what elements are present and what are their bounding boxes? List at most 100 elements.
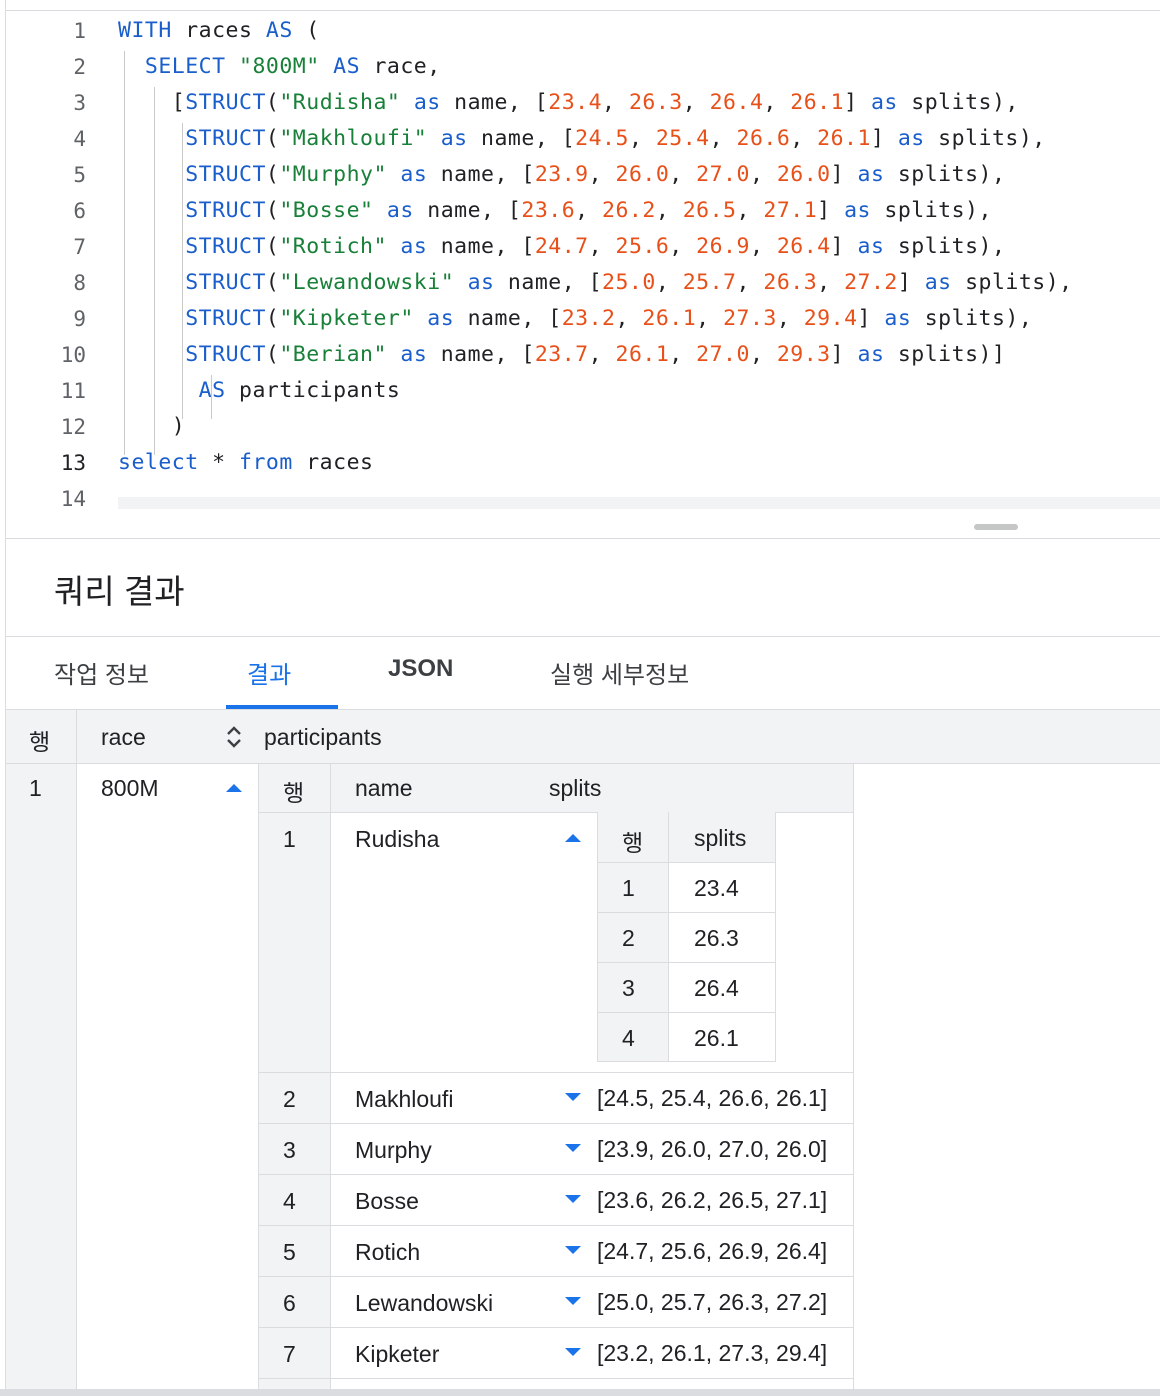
code-line[interactable]: 7 STRUCT("Rotich" as name, [24.7, 25.6, … [6,229,1160,265]
code-text[interactable]: STRUCT("Murphy" as name, [23.9, 26.0, 27… [118,157,1005,193]
triangle-down-icon[interactable] [565,1348,581,1356]
indent-guide [124,51,125,455]
code-token: ( [265,162,280,187]
code-text[interactable]: STRUCT("Kipketer" as name, [23.2, 26.1, … [118,301,1032,337]
code-line[interactable]: 2 SELECT "800M" AS race, [6,49,1160,85]
code-text[interactable]: STRUCT("Lewandowski" as name, [25.0, 25.… [118,265,1073,301]
code-token: [ [118,90,186,115]
triangle-down-icon[interactable] [565,1246,581,1254]
triangle-up-icon[interactable] [226,784,242,792]
code-text[interactable]: STRUCT("Bosse" as name, [23.6, 26.2, 26.… [118,193,992,229]
code-token: STRUCT [185,234,266,259]
code-token: 26.5 [682,198,737,223]
code-token: as [857,342,885,367]
code-token: , [588,162,616,187]
code-token: , [588,234,616,259]
code-text[interactable]: STRUCT("Rotich" as name, [24.7, 25.6, 26… [118,229,1005,265]
code-token: STRUCT [185,306,266,331]
splits-header-row: 행 [622,830,644,856]
code-line[interactable]: 5 STRUCT("Murphy" as name, [23.9, 26.0, … [6,157,1160,193]
divider [5,636,1160,637]
code-token: ] [830,342,858,367]
code-text[interactable]: select * from races [118,445,373,481]
code-token: 25.6 [615,234,670,259]
code-text[interactable]: AS participants [118,373,400,409]
code-line[interactable]: 4 STRUCT("Makhloufi" as name, [24.5, 25.… [6,121,1160,157]
tab-json[interactable]: JSON [388,655,453,683]
code-line[interactable]: 10 STRUCT("Berian" as name, [23.7, 26.1,… [6,337,1160,373]
code-token: , [682,90,710,115]
code-token: name, [ [413,198,522,223]
code-line[interactable]: 11 AS participants [6,373,1160,409]
tab-results[interactable]: 결과 [247,655,291,690]
nested-header-row: 행 [283,780,305,806]
sql-editor[interactable]: 14 13 select * from races 12 ) 11 AS partici… [6,11,1160,538]
code-text[interactable]: SELECT "800M" AS race, [118,49,441,85]
triangle-down-icon[interactable] [565,1297,581,1305]
triangle-down-icon[interactable] [565,1144,581,1152]
race-value: 800M [101,775,159,801]
code-text[interactable]: WITH races AS ( [118,13,320,49]
line-number: 13 [60,451,86,475]
code-line[interactable]: 12 ) [6,409,1160,445]
code-token: , [669,162,697,187]
triangle-up-icon[interactable] [565,834,581,842]
code-line[interactable]: 1 WITH races AS ( [6,13,1160,49]
column-header-participants[interactable]: participants [264,724,382,751]
code-token: ( [292,18,320,43]
code-text[interactable]: STRUCT("Makhloufi" as name, [24.5, 25.4,… [118,121,1046,157]
split-value: 23.4 [694,875,739,901]
column-header-race[interactable]: race [101,724,146,751]
code-token: "Bosse" [279,198,374,223]
code-token: , [602,90,629,115]
code-token: as [857,234,885,259]
row-number-column [6,764,76,1390]
code-line[interactable]: 13 select * from races [6,445,1160,481]
code-text[interactable]: [STRUCT("Rudisha" as name, [23.4, 26.3, … [118,85,1019,121]
code-token: ] [844,90,871,115]
horizontal-scrollbar[interactable] [0,1389,1160,1396]
editor-resize-handle[interactable] [974,524,1018,530]
code-text[interactable]: ) [118,409,185,445]
code-token: ( [265,234,280,259]
code-token: , [817,270,845,295]
code-token: name, [ [427,234,535,259]
code-line[interactable]: 9 STRUCT("Kipketer" as name, [23.2, 26.1… [6,301,1160,337]
participant-row-divider [258,1072,853,1073]
participant-name: Kipketer [355,1341,440,1367]
code-token: , [749,342,777,367]
code-line[interactable]: 8 STRUCT("Lewandowski" as name, [25.0, 2… [6,265,1160,301]
nested-header-name: name [355,775,413,801]
code-token: splits), [924,126,1046,151]
participant-row-number: 4 [283,1188,296,1214]
code-token: as [467,270,495,295]
participant-name: Rotich [355,1239,421,1265]
participant-splits: [23.9, 26.0, 27.0, 26.0] [597,1136,828,1162]
triangle-down-icon[interactable] [565,1195,581,1203]
code-token: "Kipketer" [279,306,414,331]
tab-execution-details[interactable]: 실행 세부정보 [550,655,689,690]
sort-unfold-icon[interactable] [223,723,245,751]
line-number: 3 [73,91,86,115]
code-token: 26.0 [615,162,670,187]
tab-job-info[interactable]: 작업 정보 [54,655,149,690]
code-token: STRUCT [185,198,266,223]
code-token: 23.2 [561,306,616,331]
code-line[interactable]: 6 STRUCT("Bosse" as name, [23.6, 26.2, 2… [6,193,1160,229]
line-number: 9 [73,307,86,331]
code-text[interactable]: STRUCT("Berian" as name, [23.7, 26.1, 27… [118,337,1005,373]
code-token: ) [118,414,186,439]
code-token: , [749,234,777,259]
line-number: 2 [73,55,86,79]
triangle-down-icon[interactable] [565,1093,581,1101]
code-line[interactable]: 3 [STRUCT("Rudisha" as name, [23.4, 26.3… [6,85,1160,121]
code-token: 25.7 [682,270,737,295]
